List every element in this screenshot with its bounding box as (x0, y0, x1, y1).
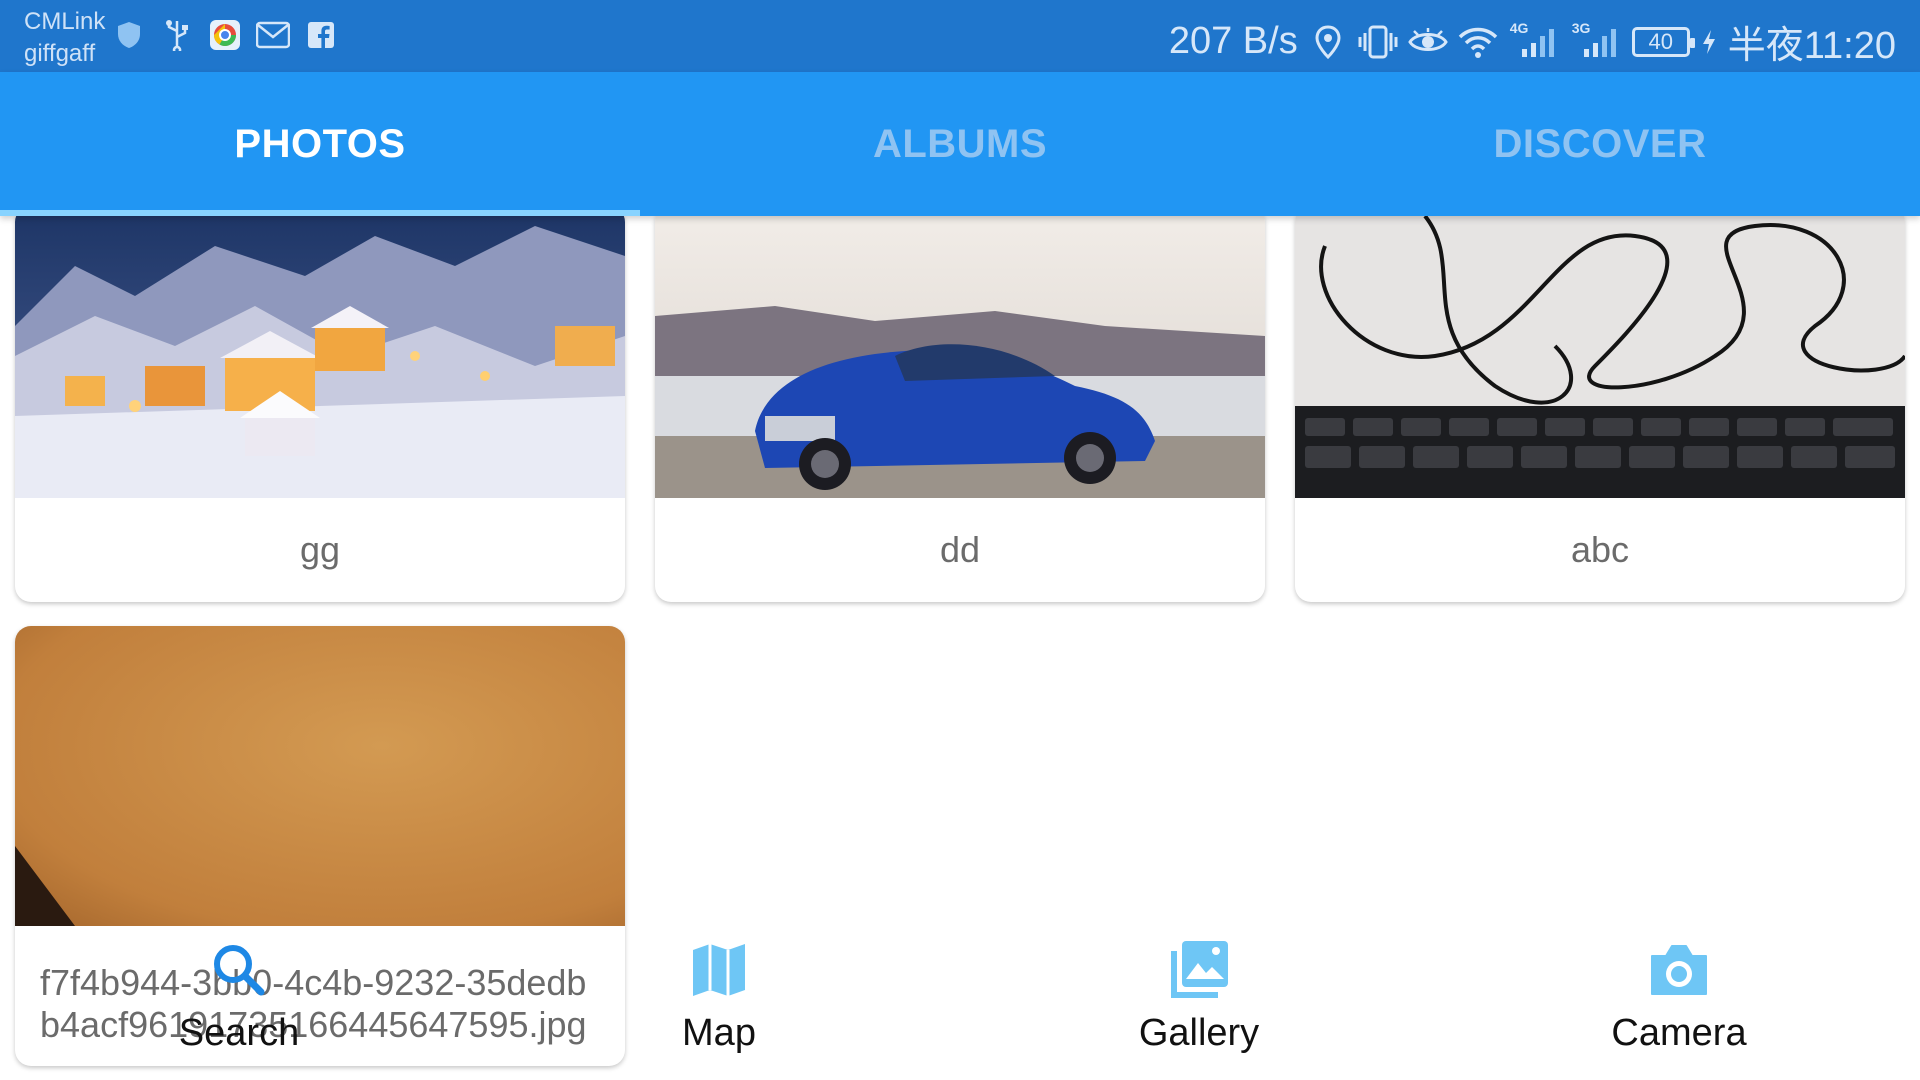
usb-icon (160, 18, 194, 52)
map-icon (683, 934, 755, 1006)
map-label: Map (682, 1012, 756, 1054)
vibrate-icon (1358, 22, 1398, 62)
gmail-icon (256, 18, 290, 52)
camera-icon (1643, 934, 1715, 1006)
search-button[interactable]: Search (129, 930, 349, 1080)
blue-car-photo[interactable] (655, 216, 1265, 498)
signal-4g-label: 4G (1509, 19, 1529, 36)
battery-indicator: 40 (1631, 26, 1695, 57)
photo-caption: abc (1570, 529, 1630, 570)
signal-4g-icon: 4G (1508, 19, 1560, 62)
charging-bolt-icon (1700, 22, 1718, 62)
photo-card[interactable]: gg (15, 216, 625, 602)
map-button[interactable]: Map (609, 930, 829, 1080)
shield-icon (112, 18, 146, 52)
clock: 半夜11:20 (1727, 25, 1896, 67)
photo-card[interactable]: abc (1295, 216, 1905, 602)
gallery-icon (1163, 934, 1235, 1006)
camera-button[interactable]: Camera (1569, 930, 1789, 1080)
eye-icon (1407, 22, 1448, 62)
tab-discover[interactable]: DISCOVER (1280, 72, 1920, 216)
keyboard-cable-photo[interactable] (1295, 216, 1905, 498)
system-indicators: 207 B/s 4G 3G 40 半夜11:20 (1169, 14, 1896, 69)
search-icon (203, 934, 275, 1006)
gallery-label: Gallery (1138, 1012, 1260, 1054)
bottom-navigation: Search Map Gallery Camera (0, 930, 1920, 1080)
camera-label: Camera (1611, 1012, 1747, 1054)
facebook-icon (304, 18, 338, 52)
gallery-button[interactable]: Gallery (1089, 930, 1309, 1080)
photo-card[interactable]: dd (655, 216, 1265, 602)
orange-surface-photo[interactable] (15, 626, 625, 926)
photo-caption: gg (299, 529, 341, 570)
signal-3g-icon: 3G (1570, 19, 1622, 62)
notification-icons (112, 18, 338, 52)
tab-photos[interactable]: PHOTOS (0, 72, 640, 216)
photo-caption: dd (939, 529, 981, 570)
carrier-1: CMLink (24, 8, 106, 35)
carrier-names: CMLink giffgaff (24, 6, 105, 70)
search-label: Search (178, 1012, 300, 1054)
chrome-icon (208, 18, 242, 52)
tab-albums[interactable]: ALBUMS (640, 72, 1280, 216)
snowy-village-photo[interactable] (15, 216, 625, 498)
net-speed: 207 B/s (1168, 20, 1298, 62)
signal-3g-label: 3G (1571, 19, 1591, 36)
wifi-icon (1458, 22, 1498, 62)
location-icon (1308, 22, 1348, 62)
tab-bar: PHOTOS ALBUMS DISCOVER (0, 72, 1920, 216)
carrier-2: giffgaff (24, 40, 96, 67)
status-bar: CMLink giffgaff 207 B/s 4G 3G 40 半夜11:20 (0, 0, 1920, 72)
